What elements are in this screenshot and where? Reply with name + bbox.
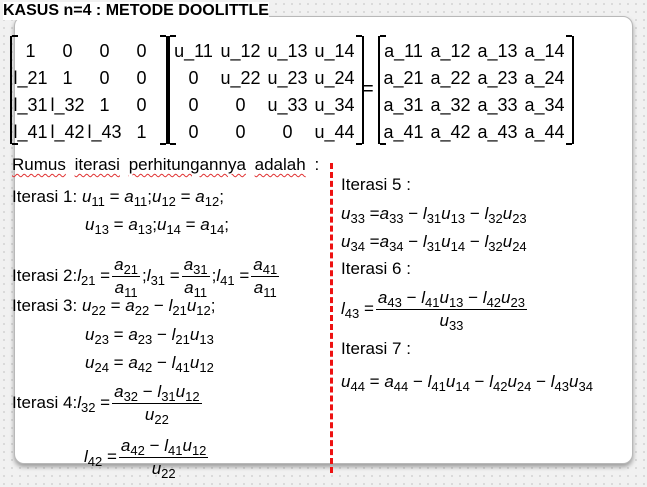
iterasi-label: Iterasi 6 : [341, 259, 411, 278]
intro-text: Rumus iterasi perhitungannya adalah : [12, 155, 319, 175]
fraction-numerator: a42 − l41u12 [118, 436, 209, 458]
equation: u34 =a34 − l31u14 − l32u24 [341, 232, 527, 254]
equation: l32 = [77, 392, 111, 415]
fraction-numerator: a43 − l41u13 − l42u23 [375, 288, 527, 310]
iterasi-6: l43 = a43 − l41u13 − l42u23 u33 [341, 288, 529, 333]
equation: l42 = [84, 446, 117, 469]
intro-word: perhitungannya [128, 155, 246, 174]
matrix-entry: 0 [235, 122, 246, 142]
matrix-entry: 0 [62, 41, 73, 61]
intro-word: Rumus [12, 155, 66, 174]
equation: u23 = a23 − l21u13 [85, 325, 214, 347]
matrix-entry: l_21 [13, 68, 48, 88]
fraction-numerator: a32 − l31u12 [112, 382, 202, 404]
matrix-entry: a_13 [477, 41, 518, 61]
fraction-denominator: u33 [439, 311, 464, 333]
matrix-entry: 0 [136, 68, 147, 88]
matrix-entry: 1 [62, 68, 73, 88]
iterasi-label: Iterasi 4: [12, 392, 78, 412]
matrix-entry: l_32 [50, 95, 85, 115]
matrix-entry: a_41 [383, 122, 424, 142]
matrix-entry: l_42 [50, 122, 85, 142]
matrix-entry: a_24 [524, 68, 565, 88]
matrix-entry: 1 [136, 122, 147, 142]
iterasi-label: Iterasi 5 : [341, 175, 411, 194]
equals-sign: = [362, 78, 374, 100]
matrix-entry: 0 [136, 95, 147, 115]
matrix-entry: a_42 [430, 122, 471, 142]
matrix-entry: 0 [188, 122, 199, 142]
matrix-entry: a_23 [477, 68, 518, 88]
matrix-entry: 1 [25, 41, 36, 61]
fraction-denominator: u22 [144, 405, 169, 427]
equation: ;l41 = [211, 265, 250, 288]
matrix-entry: 0 [99, 68, 110, 88]
equation: u24 = a42 − l41u12 [85, 353, 214, 375]
matrix-entry: a_44 [524, 122, 565, 142]
iterasi-2: Iterasi 2:l21 = a21 a11 ;l31 = a31 a11 ;l41 = a… [12, 255, 281, 300]
slide-title: KASUS n=4 : METODE DOOLITTLE [3, 2, 269, 20]
fraction-denominator: a11 [114, 278, 138, 300]
iterasi-4-l42: l42 = a42 − l41u12 u22 [84, 436, 210, 481]
iterasi-1: Iterasi 1: u11 = a11;u12 = a12; [12, 187, 224, 209]
matrix-entry: 1 [99, 95, 110, 115]
matrix-entry: u_13 [267, 41, 308, 61]
fraction-numerator: a41 [251, 255, 280, 277]
matrix-entry: u_34 [314, 95, 355, 115]
matrix-entry: u_33 [267, 95, 308, 115]
matrix-entry: u_22 [220, 68, 261, 88]
matrix-entry: a_11 [384, 41, 423, 61]
equation: u22 = a22 − l21u12; [81, 296, 216, 318]
matrix-entry: 0 [99, 41, 110, 61]
matrix-entry: a_31 [383, 95, 424, 115]
matrix-entry: l_41 [13, 122, 48, 142]
matrix-l: 1 0 0 0 l_21 1 0 0 l_31 l_32 1 0 l_41 l_42 l_43 1 [10, 35, 168, 145]
matrix-entry: a_21 [383, 68, 424, 88]
matrix-entry: u_12 [220, 41, 261, 61]
fraction-numerator: a21 [112, 255, 141, 277]
matrix-a: a_11 a_12 a_13 a_14 a_21 a_22 a_23 a_24 a_31 a_32… [378, 35, 574, 145]
matrix-entry: a_33 [477, 95, 518, 115]
equation: l21 = [77, 265, 111, 288]
matrix-entry: a_43 [477, 122, 518, 142]
iterasi-label: Iterasi 1: [12, 187, 78, 206]
intro-word: adalah [254, 155, 306, 174]
matrix-u: u_11 u_12 u_13 u_14 0 u_22 u_23 u_24 0 0 u_33 u_34 0… [168, 35, 364, 145]
matrix-entry: 0 [235, 95, 246, 115]
fraction-denominator: a11 [184, 278, 208, 300]
intro-word: iterasi [74, 155, 120, 174]
matrix-entry: a_32 [430, 95, 471, 115]
matrix-entry: l_31 [13, 95, 48, 115]
matrix-entry: u_23 [267, 68, 308, 88]
matrix-entry: a_22 [430, 68, 471, 88]
equation: u44 = a44 − l41u14 − l42u24 − l43u34 [341, 372, 593, 394]
equation: ;l31 = [142, 265, 180, 288]
iterasi-label: Iterasi 3: [12, 296, 78, 315]
matrix-entry: a_12 [430, 41, 471, 61]
matrix-entry: a_34 [524, 95, 565, 115]
fraction-denominator: a11 [253, 278, 277, 300]
matrix-entry: u_24 [314, 68, 355, 88]
matrix-entry: a_14 [524, 41, 565, 61]
iterasi-4: Iterasi 4:l32 = a32 − l31u12 u22 [12, 382, 204, 427]
iterasi-3: Iterasi 3: u22 = a22 − l21u12; [12, 296, 216, 318]
intro-word: : [314, 155, 320, 174]
equation: u33 =a33 − l31u13 − l32u23 [341, 204, 527, 226]
equation: u11 = a11;u12 = a12; [81, 187, 224, 209]
divider-dashed-line [330, 163, 333, 473]
matrix-entry: l_43 [87, 122, 122, 142]
fraction-denominator: u22 [151, 459, 176, 481]
matrix-entry: u_14 [314, 41, 355, 61]
iterasi-label: Iterasi 2: [12, 265, 78, 285]
matrix-entry: 0 [136, 41, 147, 61]
matrix-entry: u_11 [174, 41, 213, 61]
iterasi-label: Iterasi 7 : [341, 339, 411, 358]
matrix-entry: 0 [282, 122, 293, 142]
equation: u13 = a13;u14 = a14; [85, 215, 229, 237]
equation: l43 = [341, 298, 374, 321]
fraction-numerator: a31 [181, 255, 210, 277]
matrix-entry: u_44 [314, 122, 355, 142]
matrix-entry: 0 [188, 95, 199, 115]
matrix-entry: 0 [188, 68, 199, 88]
